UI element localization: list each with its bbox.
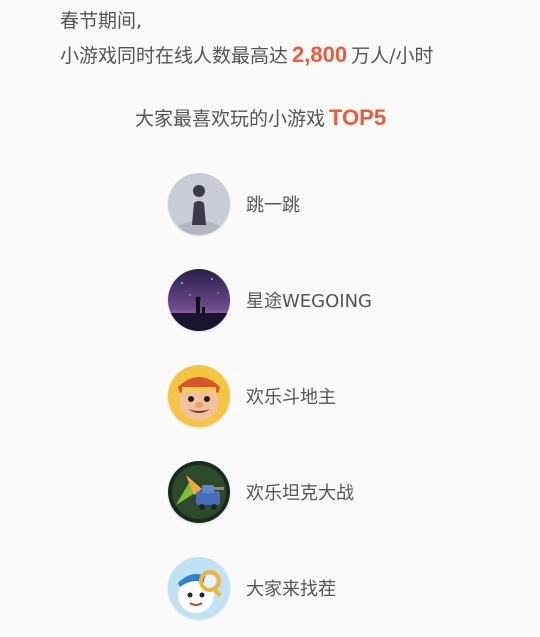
section-title-text: 大家最喜欢玩的小游戏 — [135, 108, 326, 130]
list-item[interactable]: 大家来找茬 — [168, 556, 372, 620]
list-item[interactable]: 欢乐斗地主 — [168, 364, 372, 428]
wegoing-icon — [168, 269, 230, 331]
game-name: 星途WEGOING — [246, 291, 373, 312]
spot-difference-icon — [168, 557, 230, 619]
peak-online-number: 2,800 — [292, 42, 348, 67]
section-title: 大家最喜欢玩的小游戏 TOP5 — [135, 104, 386, 131]
intro-line-1: 春节期间, — [60, 10, 143, 32]
list-item[interactable]: 跳一跳 — [168, 172, 372, 236]
list-item[interactable]: 星途WEGOING — [168, 268, 372, 332]
list-item[interactable]: 欢乐坦克大战 — [168, 460, 372, 524]
intro-prefix: 小游戏同时在线人数最高达 — [60, 45, 289, 67]
intro-text: 春节期间, 小游戏同时在线人数最高达 2,800 万人/小时 — [60, 4, 433, 73]
jump-jump-icon — [168, 173, 230, 235]
top5-badge: TOP5 — [329, 105, 387, 130]
tank-battle-icon — [168, 461, 230, 523]
intro-suffix: 万人/小时 — [351, 45, 434, 67]
intro-line-2: 小游戏同时在线人数最高达 2,800 万人/小时 — [60, 38, 433, 73]
doudizhu-icon — [168, 365, 230, 427]
game-name: 跳一跳 — [246, 195, 300, 216]
game-name: 欢乐坦克大战 — [246, 483, 354, 504]
game-name: 欢乐斗地主 — [246, 387, 336, 408]
game-name: 大家来找茬 — [246, 579, 336, 600]
game-list: 跳一跳 星途WEGOING 欢乐斗地主 欢乐坦克大战 大家来找茬 — [168, 172, 372, 637]
